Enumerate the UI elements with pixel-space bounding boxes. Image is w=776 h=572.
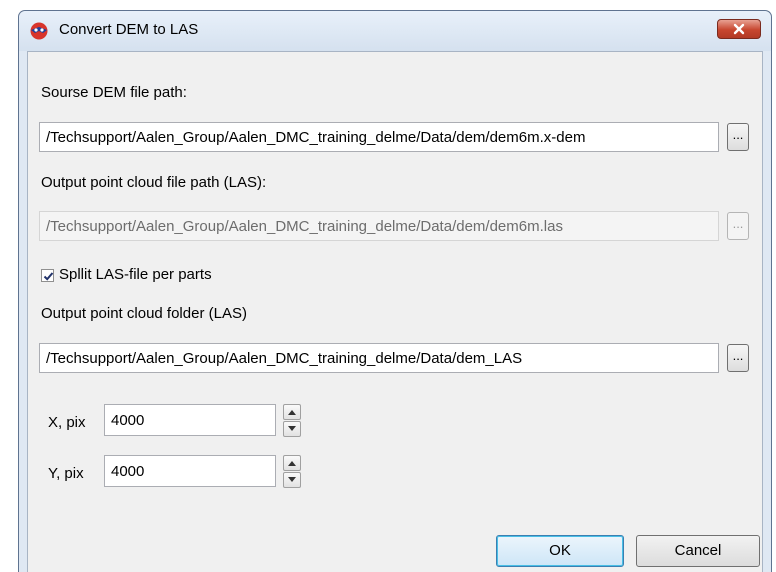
x-pix-increment-button[interactable] [283, 404, 301, 420]
close-button[interactable] [717, 19, 761, 39]
arrow-down-icon [288, 426, 296, 431]
title-bar[interactable]: Convert DEM to LAS [19, 11, 771, 51]
split-las-label[interactable]: Spllit LAS-file per parts [59, 266, 212, 283]
arrow-up-icon [288, 461, 296, 466]
arrow-up-icon [288, 410, 296, 415]
source-dem-path-input[interactable]: /Techsupport/Aalen_Group/Aalen_DMC_train… [39, 122, 719, 152]
output-las-label: Output point cloud file path (LAS): [41, 174, 267, 191]
x-pix-input[interactable]: 4000 [104, 404, 276, 436]
source-dem-label: Sourse DEM file path: [41, 84, 187, 101]
y-pix-decrement-button[interactable] [283, 472, 301, 488]
y-pix-increment-button[interactable] [283, 455, 301, 471]
split-las-checkbox[interactable] [41, 269, 54, 282]
cancel-button[interactable]: Cancel [636, 535, 760, 567]
y-pix-input[interactable]: 4000 [104, 455, 276, 487]
output-las-path-input[interactable]: /Techsupport/Aalen_Group/Aalen_DMC_train… [39, 211, 719, 241]
app-icon [30, 22, 48, 40]
output-folder-label: Output point cloud folder (LAS) [41, 305, 247, 322]
checkmark-icon [43, 272, 54, 281]
dialog-body: Sourse DEM file path: /Techsupport/Aalen… [27, 51, 763, 572]
arrow-down-icon [288, 477, 296, 482]
output-las-browse-button[interactable]: ... [727, 212, 749, 240]
convert-dem-dialog: Convert DEM to LAS Sourse DEM file path:… [18, 10, 772, 572]
source-dem-browse-button[interactable]: ... [727, 123, 749, 151]
close-icon [733, 23, 745, 35]
output-folder-browse-button[interactable]: ... [727, 344, 749, 372]
x-pix-decrement-button[interactable] [283, 421, 301, 437]
ok-button[interactable]: OK [496, 535, 624, 567]
y-pix-label: Y, pix [48, 465, 84, 482]
x-pix-label: X, pix [48, 414, 86, 431]
window-title: Convert DEM to LAS [59, 21, 199, 38]
output-folder-path-input[interactable]: /Techsupport/Aalen_Group/Aalen_DMC_train… [39, 343, 719, 373]
